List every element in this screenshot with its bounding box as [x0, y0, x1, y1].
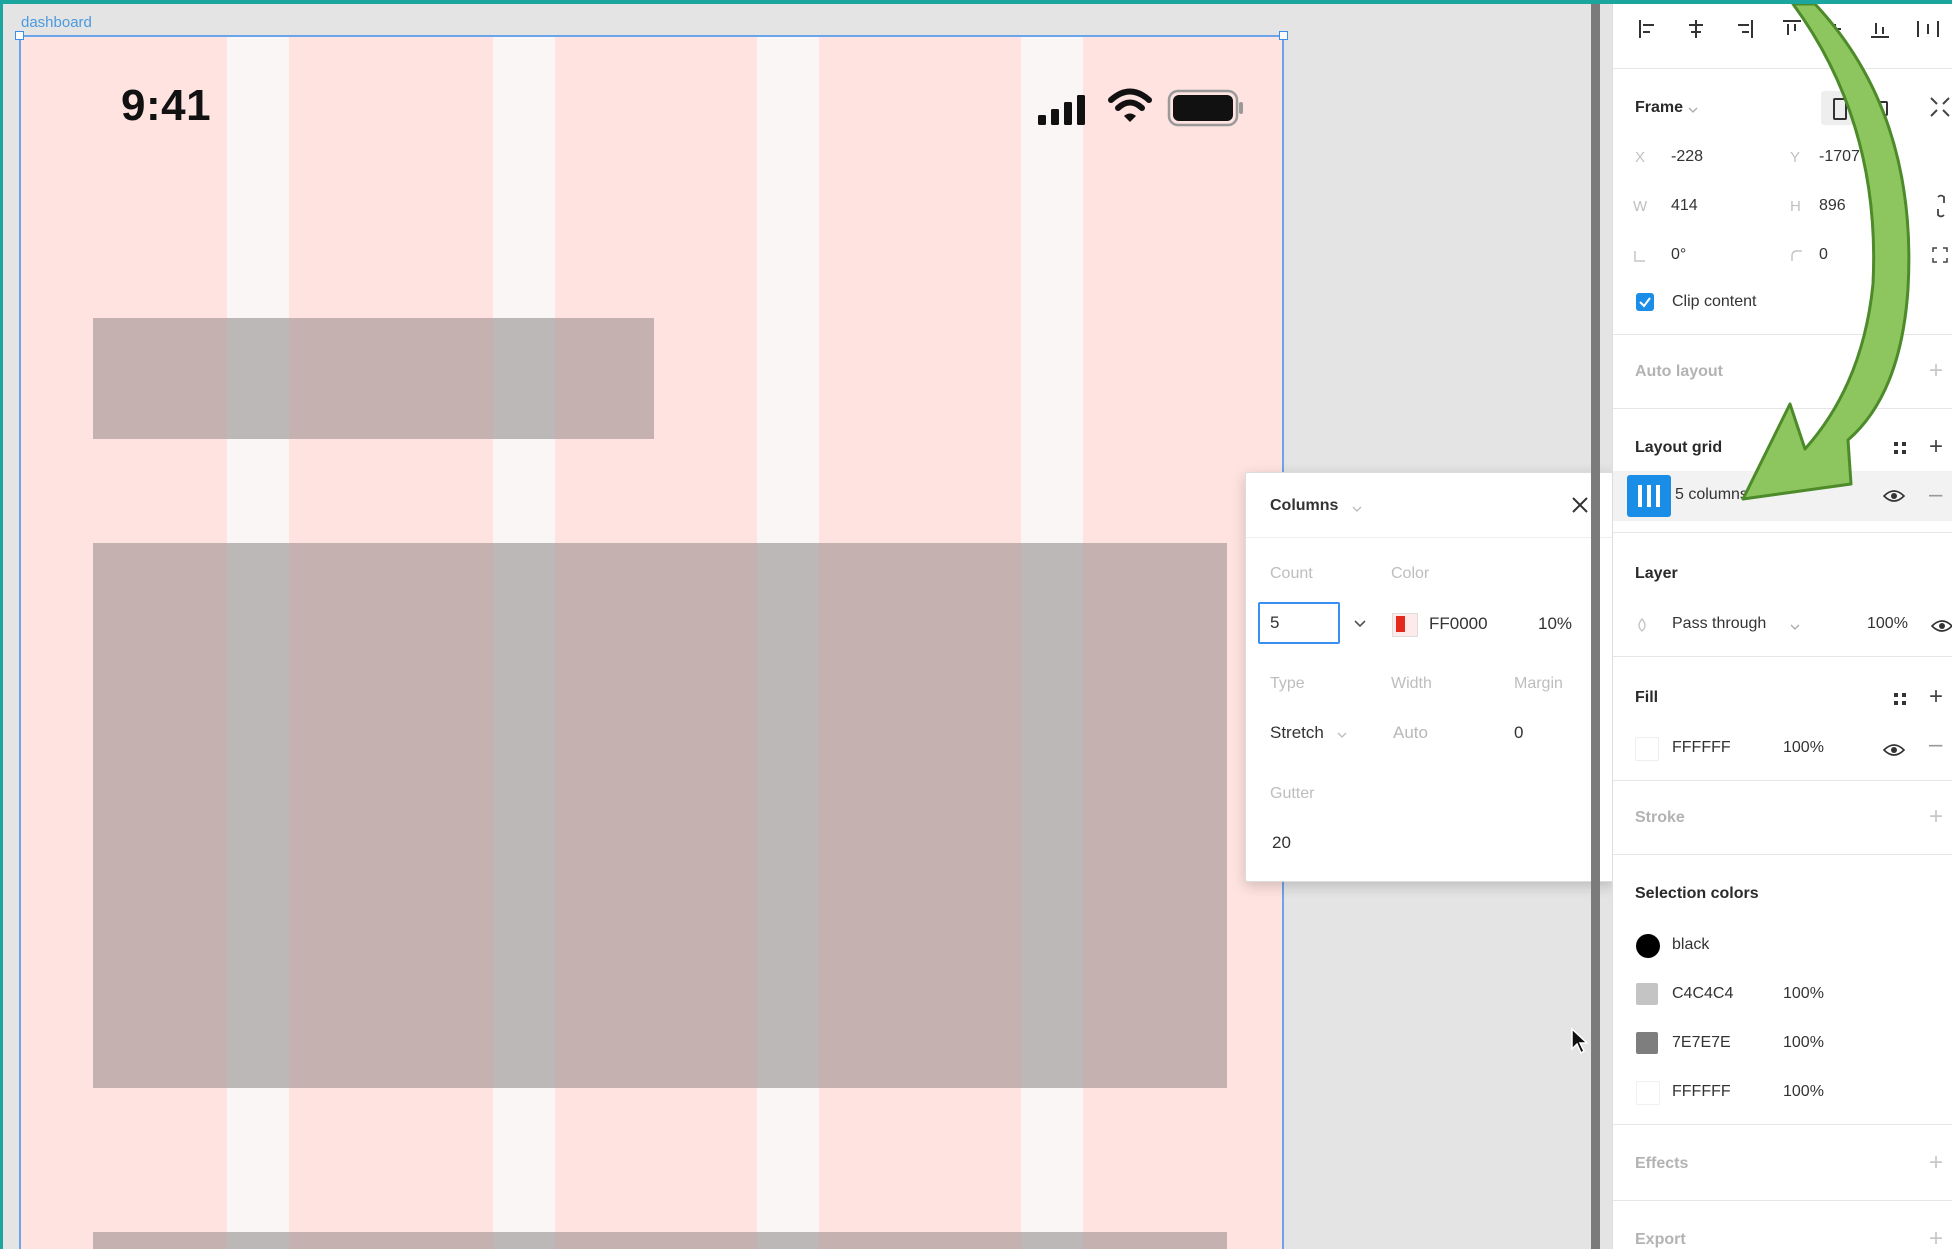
- type-label: Type: [1270, 675, 1305, 692]
- stroke-section: Stroke +: [1613, 780, 1952, 855]
- popup-divider: [1246, 537, 1614, 538]
- column-grid-popup: Columns Count Color FF0000 10% Type Stre…: [1245, 472, 1615, 882]
- status-bar-time: 9:41: [121, 81, 212, 130]
- selection-colors-title: Selection colors: [1635, 885, 1759, 902]
- gutter-overlay: [493, 1232, 555, 1249]
- type-select[interactable]: Stretch: [1270, 723, 1324, 743]
- cellular-signal-icon: [1038, 95, 1085, 125]
- gutter-overlay: [227, 318, 289, 439]
- count-label: Count: [1270, 565, 1313, 582]
- blend-mode-icon: [1638, 618, 1646, 632]
- export-section: Export +: [1613, 1200, 1952, 1249]
- gutter-overlay: [227, 543, 289, 1088]
- fill-title: Fill: [1635, 689, 1659, 706]
- layer-section: Layer Pass through 100%: [1613, 532, 1952, 657]
- clip-content-checkbox[interactable]: [1636, 293, 1654, 311]
- fill-visibility-eye-icon[interactable]: [1883, 743, 1905, 757]
- count-dropdown-chevron-icon[interactable]: [1353, 619, 1367, 629]
- margin-label: Margin: [1514, 675, 1563, 692]
- gutter-overlay: [493, 543, 555, 1088]
- align-left-icon[interactable]: [1637, 18, 1659, 40]
- width-value[interactable]: Auto: [1393, 723, 1428, 743]
- selection-color-swatch[interactable]: [1636, 1081, 1660, 1105]
- chevron-down-icon[interactable]: [1352, 505, 1362, 513]
- layer-title: Layer: [1635, 565, 1678, 582]
- layer-visibility-eye-icon[interactable]: [1931, 619, 1952, 633]
- fill-swatch[interactable]: [1635, 737, 1659, 761]
- canvas-scrollbar[interactable]: [1591, 4, 1600, 1249]
- annotation-arrow-icon: [1741, 4, 1911, 501]
- align-hcenter-icon[interactable]: [1685, 18, 1707, 40]
- layer-opacity[interactable]: 100%: [1867, 615, 1908, 633]
- chevron-down-icon[interactable]: [1688, 106, 1698, 114]
- fill-opacity[interactable]: 100%: [1783, 739, 1824, 757]
- x-label: X: [1635, 149, 1646, 166]
- selection-color-opacity[interactable]: 100%: [1783, 1083, 1824, 1101]
- fill-hex[interactable]: FFFFFF: [1672, 739, 1731, 757]
- selection-color-opacity[interactable]: 100%: [1783, 1034, 1824, 1052]
- w-label: W: [1633, 198, 1648, 215]
- add-stroke-button[interactable]: +: [1929, 805, 1943, 829]
- selection-color-name[interactable]: 7E7E7E: [1672, 1034, 1731, 1052]
- figma-app: dashboard 9:41 Columns Count 5 Color FF0…: [3, 4, 1952, 1249]
- content-placeholder-block[interactable]: [93, 543, 1227, 1088]
- x-value[interactable]: -228: [1671, 148, 1703, 166]
- gutter-label: Gutter: [1270, 785, 1315, 802]
- selection-color-opacity[interactable]: 100%: [1783, 985, 1824, 1003]
- popup-title[interactable]: Columns: [1270, 497, 1338, 515]
- blend-mode-select[interactable]: Pass through: [1672, 615, 1766, 633]
- selection-color-name[interactable]: black: [1672, 936, 1709, 954]
- gutter-overlay: [757, 1232, 819, 1249]
- color-hex[interactable]: FF0000: [1429, 614, 1488, 634]
- resize-handle-tl[interactable]: [15, 31, 24, 40]
- chevron-down-icon[interactable]: [1790, 623, 1800, 631]
- remove-fill-button[interactable]: –: [1929, 733, 1942, 757]
- gutter-overlay: [493, 318, 555, 439]
- add-effect-button[interactable]: +: [1929, 1151, 1943, 1175]
- color-swatch[interactable]: [1392, 613, 1418, 637]
- fill-section: Fill + FFFFFF 100% –: [1613, 656, 1952, 781]
- selection-color-swatch[interactable]: [1636, 1032, 1658, 1054]
- header-placeholder-block[interactable]: [93, 318, 654, 439]
- mouse-cursor-icon: [1571, 1027, 1589, 1055]
- selection-color-swatch[interactable]: [1636, 983, 1658, 1005]
- frame-label[interactable]: dashboard: [21, 14, 92, 31]
- fill-styles-icon[interactable]: [1891, 690, 1909, 708]
- rotation-icon: [1634, 251, 1645, 262]
- margin-value[interactable]: 0: [1514, 723, 1523, 743]
- wifi-icon: [1108, 88, 1152, 122]
- add-fill-button[interactable]: +: [1929, 685, 1943, 709]
- frame-title[interactable]: Frame: [1635, 99, 1683, 117]
- width-label: Width: [1391, 675, 1432, 692]
- stroke-title: Stroke: [1635, 809, 1685, 826]
- color-opacity[interactable]: 10%: [1538, 614, 1572, 634]
- count-input[interactable]: [1258, 602, 1340, 644]
- selection-color-name[interactable]: C4C4C4: [1672, 985, 1733, 1003]
- footer-placeholder-block[interactable]: [93, 1232, 1227, 1249]
- auto-layout-title: Auto layout: [1635, 363, 1723, 380]
- close-icon[interactable]: [1570, 495, 1590, 515]
- w-value[interactable]: 414: [1671, 197, 1698, 215]
- gutter-value[interactable]: 20: [1272, 833, 1291, 853]
- color-label: Color: [1391, 565, 1430, 582]
- selection-color-name[interactable]: FFFFFF: [1672, 1083, 1731, 1101]
- effects-title: Effects: [1635, 1155, 1689, 1172]
- selection-color-swatch[interactable]: [1636, 934, 1660, 958]
- resize-handle-tr[interactable]: [1279, 31, 1288, 40]
- add-export-button[interactable]: +: [1929, 1227, 1943, 1249]
- selection-colors-section: Selection colors black C4C4C4 100% 7E7E7…: [1613, 854, 1952, 1125]
- effects-section: Effects +: [1613, 1124, 1952, 1201]
- gutter-overlay: [1021, 1232, 1083, 1249]
- gutter-overlay: [757, 543, 819, 1088]
- type-chevron-icon[interactable]: [1337, 731, 1347, 739]
- columns-grid-icon[interactable]: [1627, 475, 1671, 517]
- gutter-overlay: [227, 1232, 289, 1249]
- layout-grid-title: Layout grid: [1635, 439, 1723, 456]
- battery-icon: [1167, 89, 1243, 127]
- dashboard-frame[interactable]: 9:41: [19, 35, 1284, 1249]
- gutter-overlay: [1021, 543, 1083, 1088]
- export-title: Export: [1635, 1231, 1686, 1248]
- rotation-value[interactable]: 0°: [1671, 246, 1686, 264]
